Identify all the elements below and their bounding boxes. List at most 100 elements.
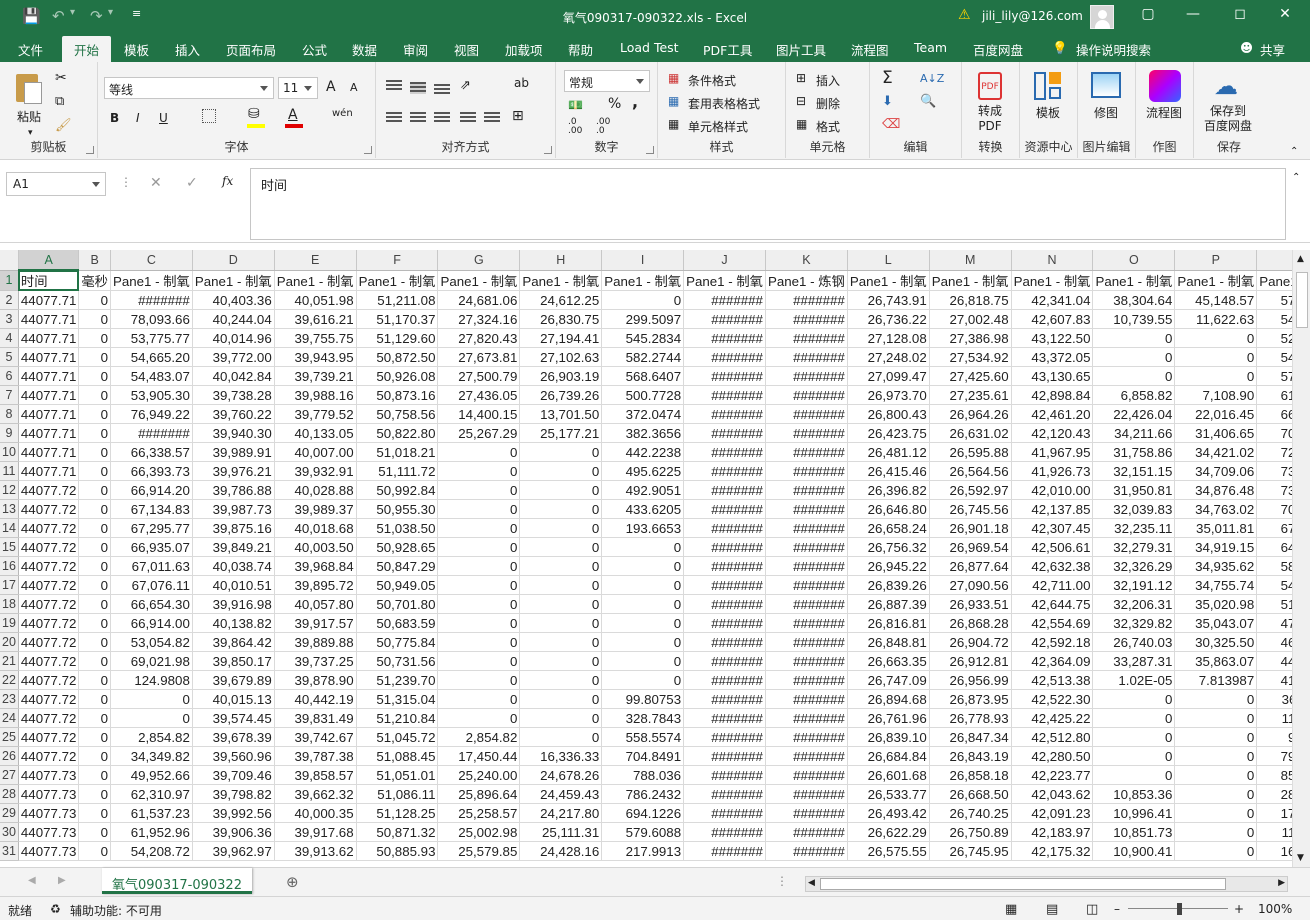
data-cell[interactable]: 0 xyxy=(601,575,685,595)
row-header[interactable]: 29 xyxy=(0,803,19,823)
data-cell[interactable]: 45,148.57 xyxy=(1174,290,1258,310)
data-cell[interactable]: 44077.72 xyxy=(18,480,80,500)
header-cell[interactable]: Pane1 - 制氧 xyxy=(437,270,521,291)
data-cell[interactable]: 51,018.21 xyxy=(356,442,439,462)
data-cell[interactable]: ####### xyxy=(683,385,766,405)
data-cell[interactable]: 0 xyxy=(437,442,521,462)
data-cell[interactable]: 662.7093 xyxy=(1256,404,1292,424)
data-cell[interactable]: 42,506.61 xyxy=(1011,537,1094,557)
data-cell[interactable]: 0 xyxy=(1174,366,1258,386)
data-cell[interactable]: 26,903.19 xyxy=(519,366,603,386)
data-cell[interactable]: 50,872.50 xyxy=(356,347,439,367)
data-cell[interactable]: 0 xyxy=(519,727,603,747)
underline-button[interactable]: U xyxy=(159,111,168,125)
row-header[interactable]: 7 xyxy=(0,385,19,405)
italic-button[interactable]: I xyxy=(136,111,140,125)
data-cell[interactable]: 26,894.68 xyxy=(847,689,930,709)
data-cell[interactable]: 79.77573 xyxy=(1256,746,1292,766)
data-cell[interactable]: 26,575.55 xyxy=(847,841,930,861)
data-cell[interactable]: ####### xyxy=(765,689,848,709)
data-cell[interactable]: 442.5966 xyxy=(1256,651,1292,671)
align-bottom-icon[interactable] xyxy=(434,84,450,96)
decrease-indent-icon[interactable] xyxy=(460,112,476,124)
data-cell[interactable]: 26,663.35 xyxy=(847,651,930,671)
data-cell[interactable]: 42,137.85 xyxy=(1011,499,1094,519)
paste-icon[interactable] xyxy=(14,70,46,106)
data-cell[interactable]: ####### xyxy=(765,841,848,861)
data-cell[interactable]: 50,955.30 xyxy=(356,499,439,519)
column-header[interactable]: H xyxy=(519,250,603,271)
data-cell[interactable]: 16,336.33 xyxy=(519,746,603,766)
data-cell[interactable]: 44077.71 xyxy=(18,290,80,310)
data-cell[interactable]: 40,133.05 xyxy=(274,423,357,443)
data-cell[interactable]: 43,122.50 xyxy=(1011,328,1094,348)
data-cell[interactable]: 32,279.31 xyxy=(1092,537,1176,557)
data-cell[interactable]: 39,916.98 xyxy=(192,594,275,614)
align-top-icon[interactable] xyxy=(386,80,402,92)
row-header[interactable]: 10 xyxy=(0,442,19,462)
data-cell[interactable]: ####### xyxy=(683,480,766,500)
data-cell[interactable]: ####### xyxy=(683,803,766,823)
warning-icon[interactable]: ⚠ xyxy=(958,7,971,23)
data-cell[interactable]: 27,194.41 xyxy=(519,328,603,348)
data-cell[interactable]: 0 xyxy=(78,404,111,424)
data-cell[interactable]: 34,211.66 xyxy=(1092,423,1176,443)
data-cell[interactable]: 0 xyxy=(78,651,111,671)
data-cell[interactable]: 0 xyxy=(437,670,521,690)
data-cell[interactable]: 573.1394 xyxy=(1256,366,1292,386)
horizontal-scrollbar[interactable]: ◀ ▶ xyxy=(805,876,1288,892)
data-cell[interactable]: 10,851.73 xyxy=(1092,822,1176,842)
header-cell[interactable]: Pane1 - 制氧 xyxy=(192,270,275,291)
fill-icon[interactable]: ⬇ xyxy=(882,94,893,109)
data-cell[interactable]: 50,683.59 xyxy=(356,613,439,633)
data-cell[interactable]: ####### xyxy=(765,366,848,386)
data-cell[interactable]: 0 xyxy=(78,689,111,709)
shrink-font-button[interactable]: A xyxy=(350,81,358,94)
data-cell[interactable]: 44077.72 xyxy=(18,556,80,576)
data-cell[interactable]: 39,560.96 xyxy=(192,746,275,766)
data-cell[interactable]: ####### xyxy=(765,537,848,557)
tab-addins[interactable]: 加载项 xyxy=(505,40,543,59)
scroll-right-icon[interactable]: ▶ xyxy=(1278,878,1285,888)
data-cell[interactable]: 39,989.37 xyxy=(274,499,357,519)
data-cell[interactable]: 558.5574 xyxy=(601,727,685,747)
data-cell[interactable]: 39,786.88 xyxy=(192,480,275,500)
column-header[interactable]: P xyxy=(1174,250,1258,271)
comma-button[interactable]: , xyxy=(632,92,638,111)
header-cell[interactable]: Pane1 - 制氧 xyxy=(929,270,1012,291)
data-cell[interactable]: 694.1226 xyxy=(601,803,685,823)
data-cell[interactable]: 78,093.66 xyxy=(110,309,193,329)
data-cell[interactable]: 704.8491 xyxy=(601,746,685,766)
data-cell[interactable]: 26,481.12 xyxy=(847,442,930,462)
data-cell[interactable]: 76,949.22 xyxy=(110,404,193,424)
row-header[interactable]: 24 xyxy=(0,708,19,728)
close-button[interactable]: ✕ xyxy=(1270,6,1300,22)
data-cell[interactable]: ####### xyxy=(765,404,848,424)
borders-icon[interactable] xyxy=(202,109,216,123)
row-header[interactable]: 2 xyxy=(0,290,19,310)
data-cell[interactable]: ####### xyxy=(765,632,848,652)
data-cell[interactable]: 0 xyxy=(78,765,111,785)
data-cell[interactable]: 372.0474 xyxy=(601,404,685,424)
data-cell[interactable]: 518.9958 xyxy=(1256,594,1292,614)
data-cell[interactable]: ####### xyxy=(765,518,848,538)
data-cell[interactable]: ####### xyxy=(765,575,848,595)
tab-page-layout[interactable]: 页面布局 xyxy=(226,40,276,59)
data-cell[interactable]: 0 xyxy=(601,290,685,310)
data-cell[interactable]: ####### xyxy=(683,499,766,519)
zoom-slider-thumb[interactable] xyxy=(1177,903,1182,915)
dialog-launcher-icon[interactable] xyxy=(544,146,552,154)
data-cell[interactable]: 26,800.43 xyxy=(847,404,930,424)
data-cell[interactable]: 0 xyxy=(78,518,111,538)
data-cell[interactable]: ####### xyxy=(683,651,766,671)
data-cell[interactable]: 382.3656 xyxy=(601,423,685,443)
data-cell[interactable]: 53,775.77 xyxy=(110,328,193,348)
data-cell[interactable]: 50,731.56 xyxy=(356,651,439,671)
data-cell[interactable]: 26,912.81 xyxy=(929,651,1012,671)
data-cell[interactable]: 51,239.70 xyxy=(356,670,439,690)
data-cell[interactable]: 26,956.99 xyxy=(929,670,1012,690)
data-cell[interactable]: 39,678.39 xyxy=(192,727,275,747)
data-cell[interactable]: ####### xyxy=(683,613,766,633)
sort-filter-button[interactable]: A↓Z xyxy=(920,72,944,85)
data-cell[interactable]: 42,120.43 xyxy=(1011,423,1094,443)
